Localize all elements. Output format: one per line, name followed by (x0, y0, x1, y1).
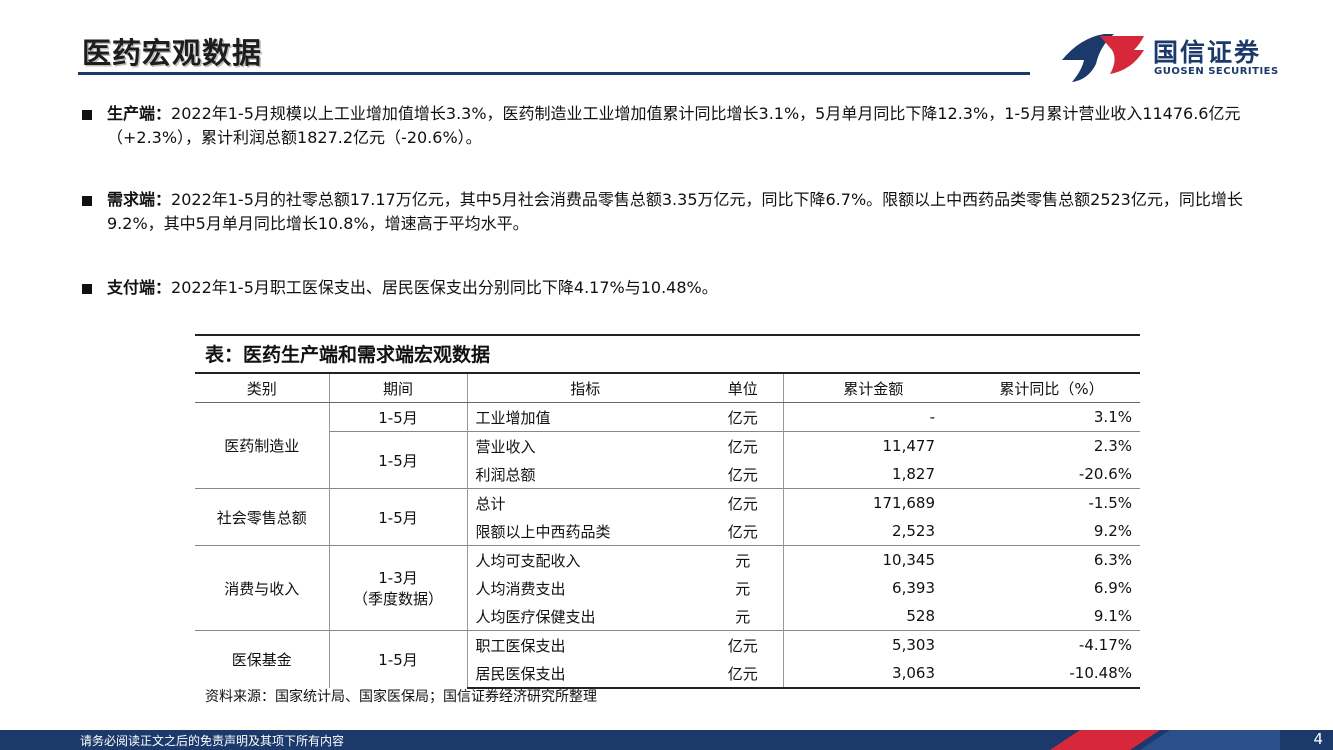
cell-yoy: 2.3% (963, 431, 1140, 460)
guosen-logo-icon (1062, 34, 1144, 82)
cell-yoy: 6.9% (1093, 579, 1132, 597)
logo-name-cn: 国信证券 (1153, 38, 1262, 67)
bullet-payment: 支付端：2022年1-5月职工医保支出、居民医保支出分别同比下降4.17%与10… (82, 276, 1257, 300)
cell-amount: 2,523 (892, 522, 935, 540)
cell-amount: 171,689 (783, 488, 963, 517)
cell-amount: 1,827 (892, 465, 935, 483)
cell-amount: 5,303 (783, 630, 963, 659)
cell-yoy: -4.17% (963, 630, 1140, 659)
cell-indicator: 营业收入 (467, 431, 703, 460)
bullet-key: 生产端 (107, 104, 156, 123)
cell-unit: 亿元 (703, 460, 784, 489)
cell-amount: - (783, 402, 963, 432)
bullet-sep: ： (155, 190, 172, 209)
cell-unit: 元 (703, 545, 784, 574)
header-amount: 累计金额 (783, 372, 963, 403)
cell-category: 医保基金 (195, 630, 330, 688)
cell-unit: 亿元 (703, 431, 784, 460)
header-unit: 单位 (703, 372, 784, 403)
cell-period: 1-5月 (329, 402, 468, 432)
table-title: 表：医药生产端和需求端宏观数据 (205, 344, 491, 366)
table-row: 医药制造业 1-5月 工业增加值 亿元 - 3.1% (195, 402, 1140, 489)
bullet-square-icon (82, 110, 92, 120)
bullet-production: 生产端：2022年1-5月规模以上工业增加值增长3.3%，医药制造业工业增加值累… (82, 102, 1257, 150)
cell-unit: 亿元 (703, 630, 784, 659)
page-title: 医药宏观数据 (82, 36, 263, 70)
cell-yoy: 3.1% (963, 402, 1140, 432)
table-row: 消费与收入 1-3月 （季度数据） 人均可支配收入 元 10,345 6.3% (195, 545, 1140, 631)
cell-unit: 亿元 (703, 659, 784, 689)
bullet-demand: 需求端：2022年1-5月的社零总额17.17万亿元，其中5月社会消费品零售总额… (82, 188, 1257, 236)
bullet-key: 需求端 (107, 190, 156, 209)
data-table: 类别 期间 指标 单位 累计金额 累计同比（%） 医药制造业 1-5月 工业增加… (195, 372, 1140, 689)
cell-yoy: 9.2% (1093, 522, 1132, 540)
header-period: 期间 (329, 372, 468, 403)
cell-indicator: 利润总额 (475, 465, 536, 484)
cell-yoy: -1.5% (963, 488, 1140, 517)
cell-unit: 亿元 (703, 517, 784, 546)
cell-indicator: 居民医保支出 (467, 659, 703, 689)
bullet-sep: ： (155, 104, 172, 123)
cell-period: 1-5月 (329, 630, 468, 688)
footer-stripe-decoration (1050, 730, 1280, 750)
cell-indicator: 限额以上中西药品类 (475, 522, 611, 541)
bullet-text: 2022年1-5月职工医保支出、居民医保支出分别同比下降4.17%与10.48%… (171, 278, 718, 297)
cell-amount: 11,477 (783, 431, 963, 460)
cell-indicator: 人均医疗保健支出 (475, 607, 596, 626)
cell-unit: 元 (703, 602, 784, 631)
cell-period: 1-5月 (329, 488, 468, 546)
cell-yoy: 9.1% (1093, 607, 1132, 625)
bullet-key: 支付端 (107, 278, 156, 297)
page-number: 4 (1313, 730, 1323, 748)
footer-disclaimer: 请务必阅读正文之后的免责声明及其项下所有内容 (80, 734, 345, 748)
cell-period: 1-3月 (378, 569, 418, 587)
cell-category: 消费与收入 (195, 545, 330, 631)
cell-period: 1-5月 (329, 431, 468, 489)
cell-period-note: （季度数据） (352, 590, 443, 608)
cell-unit: 元 (703, 574, 784, 602)
bullet-square-icon (82, 284, 92, 294)
cell-yoy: 6.3% (963, 545, 1140, 574)
cell-indicator: 人均可支配收入 (467, 545, 703, 574)
cell-amount: 3,063 (783, 659, 963, 689)
bullet-text: 2022年1-5月规模以上工业增加值增长3.3%，医药制造业工业增加值累计同比增… (107, 104, 1241, 147)
cell-amount: 528 (906, 607, 935, 625)
cell-unit: 亿元 (703, 488, 784, 517)
cell-amount: 10,345 (783, 545, 963, 574)
logo-name-en: GUOSEN SECURITIES (1154, 66, 1279, 77)
header-yoy: 累计同比（%） (963, 372, 1140, 403)
cell-category: 医药制造业 (195, 402, 330, 489)
table-row: 医保基金 1-5月 职工医保支出 亿元 5,303 -4.17% (195, 630, 1140, 688)
bullet-sep: ： (155, 278, 172, 297)
table-row: 社会零售总额 1-5月 总计 亿元 171,689 -1.5% (195, 488, 1140, 546)
cell-indicator: 工业增加值 (467, 402, 703, 432)
cell-indicator: 总计 (467, 488, 703, 517)
cell-indicator: 职工医保支出 (467, 630, 703, 659)
table-header-row: 类别 期间 指标 单位 累计金额 累计同比（%） (195, 372, 1140, 403)
bullet-square-icon (82, 196, 92, 206)
table-row: 1-5月 营业收入 亿元 11,477 2.3% (195, 431, 1140, 489)
header-category: 类别 (195, 372, 330, 403)
title-underline (78, 72, 1030, 75)
cell-yoy: -10.48% (963, 659, 1140, 689)
macro-data-table: 表：医药生产端和需求端宏观数据 类别 期间 指标 单位 累计金额 累计同比（%）… (195, 334, 1140, 689)
cell-yoy: -20.6% (1078, 465, 1132, 483)
cell-category: 社会零售总额 (195, 488, 330, 546)
cell-unit: 亿元 (703, 402, 784, 432)
cell-amount: 6,393 (892, 579, 935, 597)
header-indicator: 指标 (467, 372, 703, 403)
bullet-text: 2022年1-5月的社零总额17.17万亿元，其中5月社会消费品零售总额3.35… (107, 190, 1243, 233)
cell-period-quarterly: 1-3月 （季度数据） (329, 545, 468, 631)
table-source-note: 资料来源：国家统计局、国家医保局；国信证券经济研究所整理 (205, 689, 597, 705)
cell-indicator: 人均消费支出 (475, 579, 566, 598)
